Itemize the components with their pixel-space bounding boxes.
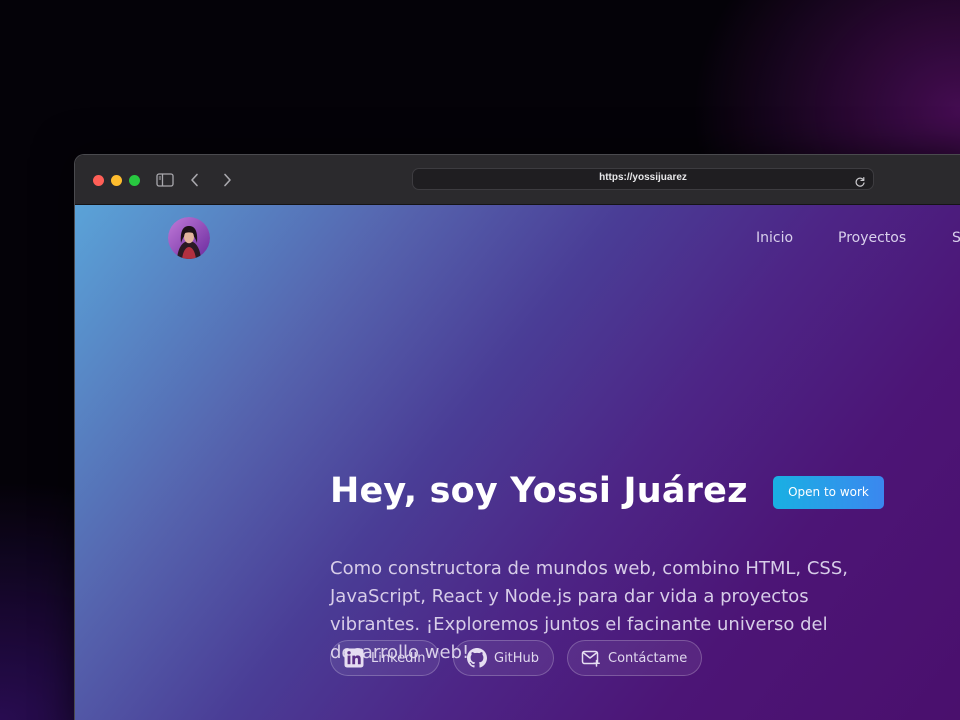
address-bar[interactable]: https://yossijuarez [412,168,874,190]
open-to-work-badge: Open to work [773,476,884,509]
github-button[interactable]: GitHub [453,640,554,676]
contact-button[interactable]: Contáctame [567,640,702,676]
nav-link-truncated[interactable]: S [952,230,960,246]
url-text[interactable]: https://yossijuarez [413,172,873,183]
minimize-window-button[interactable] [111,175,122,186]
nav-link-inicio[interactable]: Inicio [756,230,793,246]
nav-link-proyectos[interactable]: Proyectos [838,230,906,246]
mail-icon [580,647,602,669]
chevron-right-icon[interactable] [219,169,235,191]
browser-window: https://yossijuarez Inicio Proyectos Hey… [74,154,960,720]
sidebar-icon[interactable] [155,169,175,191]
linkedin-label: LinkedIn [371,650,426,666]
maximize-window-button[interactable] [129,175,140,186]
hero-title: Hey, soy Yossi Juárez [330,471,748,511]
linkedin-icon [343,647,365,669]
avatar[interactable] [168,217,210,259]
close-window-button[interactable] [93,175,104,186]
github-icon [466,647,488,669]
contact-label: Contáctame [608,650,688,666]
browser-toolbar: https://yossijuarez [75,155,960,205]
github-label: GitHub [494,650,540,666]
chevron-left-icon[interactable] [187,169,203,191]
page-viewport: Inicio Proyectos S Hey, soy Yossi Juárez… [75,205,960,720]
linkedin-button[interactable]: LinkedIn [330,640,440,676]
reload-icon[interactable] [854,173,866,187]
